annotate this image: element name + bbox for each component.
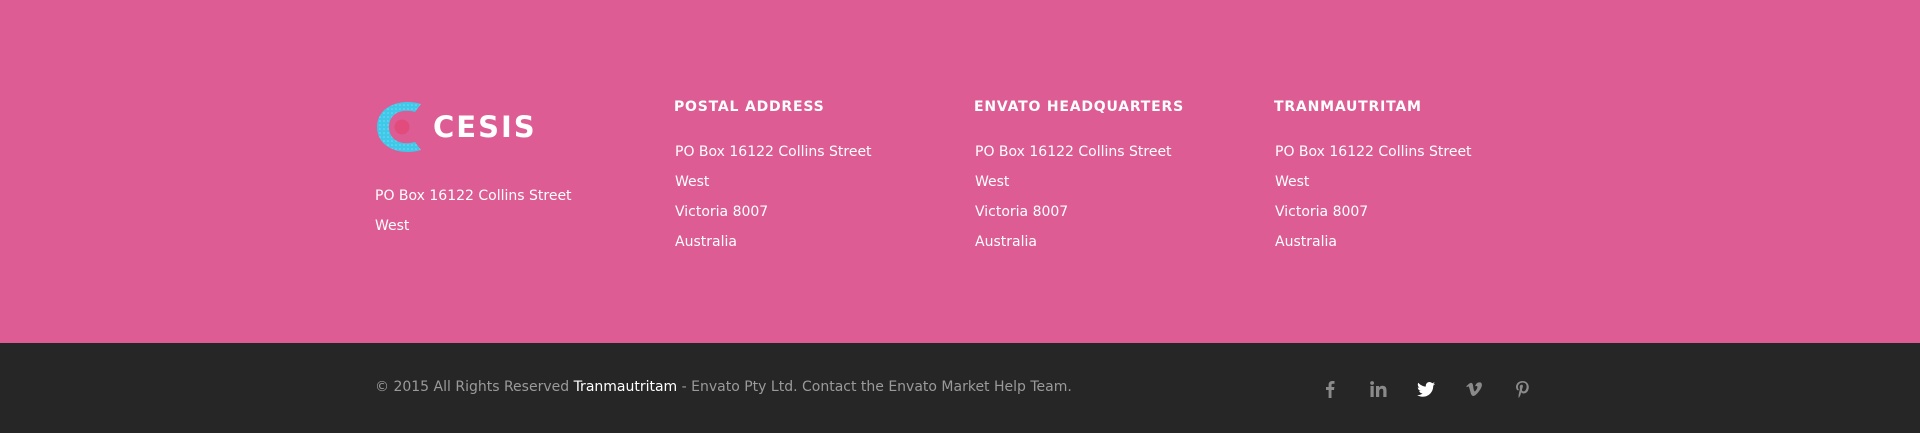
address-block: PO Box 16122 Collins Street West Victori…: [974, 137, 1244, 257]
address-line: West: [675, 174, 710, 190]
copyright-brand-link[interactable]: Tranmautritam: [574, 379, 678, 395]
address-block: PO Box 16122 Collins Street West Victori…: [1274, 137, 1544, 257]
address-line: West: [1275, 174, 1310, 190]
facebook-icon: [1326, 381, 1335, 398]
address-block: PO Box 16122 Collins Street West Victori…: [674, 137, 944, 257]
twitter-link[interactable]: [1402, 376, 1450, 402]
footer-column-logo: CESIS PO Box 16122 Collins Street West: [375, 98, 645, 241]
facebook-link[interactable]: [1306, 376, 1354, 402]
address-line: PO Box 16122 Collins Street: [675, 144, 872, 160]
address-line: Victoria 8007: [975, 204, 1069, 220]
linkedin-link[interactable]: [1354, 376, 1402, 402]
address-line: Australia: [975, 234, 1037, 250]
twitter-icon: [1417, 381, 1435, 397]
footer-column-postal-address: POSTAL ADDRESS PO Box 16122 Collins Stre…: [674, 98, 944, 257]
social-links: [1306, 376, 1546, 402]
address-line: PO Box 16122 Collins Street: [1275, 144, 1472, 160]
footer-bottom-bar: © 2015 All Rights Reserved Tranmautritam…: [0, 343, 1920, 433]
column-title: POSTAL ADDRESS: [674, 99, 825, 115]
footer-column-tranmautritam: TRANMAUTRITAM PO Box 16122 Collins Stree…: [1274, 98, 1544, 257]
pinterest-link[interactable]: [1498, 376, 1546, 402]
address-line: PO Box 16122 Collins Street: [975, 144, 1172, 160]
address-line: West: [375, 218, 410, 234]
linkedin-icon: [1369, 381, 1386, 397]
column-title: TRANMAUTRITAM: [1274, 99, 1422, 115]
vimeo-link[interactable]: [1450, 376, 1498, 402]
footer-column-envato-headquarters: ENVATO HEADQUARTERS PO Box 16122 Collins…: [974, 98, 1244, 257]
logo-address: PO Box 16122 Collins Street West: [375, 181, 645, 241]
logo-text: CESIS: [433, 110, 537, 144]
address-line: West: [975, 174, 1010, 190]
address-line: PO Box 16122 Collins Street: [375, 188, 572, 204]
vimeo-icon: [1466, 382, 1482, 396]
site-logo[interactable]: CESIS: [375, 100, 645, 154]
address-line: Australia: [675, 234, 737, 250]
address-line: Australia: [1275, 234, 1337, 250]
copyright-prefix: © 2015 All Rights Reserved: [375, 379, 574, 395]
footer-widgets: CESIS PO Box 16122 Collins Street West P…: [0, 0, 1920, 343]
pinterest-icon: [1515, 380, 1529, 398]
copyright-text: © 2015 All Rights Reserved Tranmautritam…: [375, 376, 1072, 398]
logo-mark-icon: [377, 102, 421, 152]
copyright-suffix: - Envato Pty Ltd. Contact the Envato Mar…: [677, 379, 1072, 395]
column-title: ENVATO HEADQUARTERS: [974, 99, 1184, 115]
address-line: Victoria 8007: [675, 204, 769, 220]
address-line: Victoria 8007: [1275, 204, 1369, 220]
